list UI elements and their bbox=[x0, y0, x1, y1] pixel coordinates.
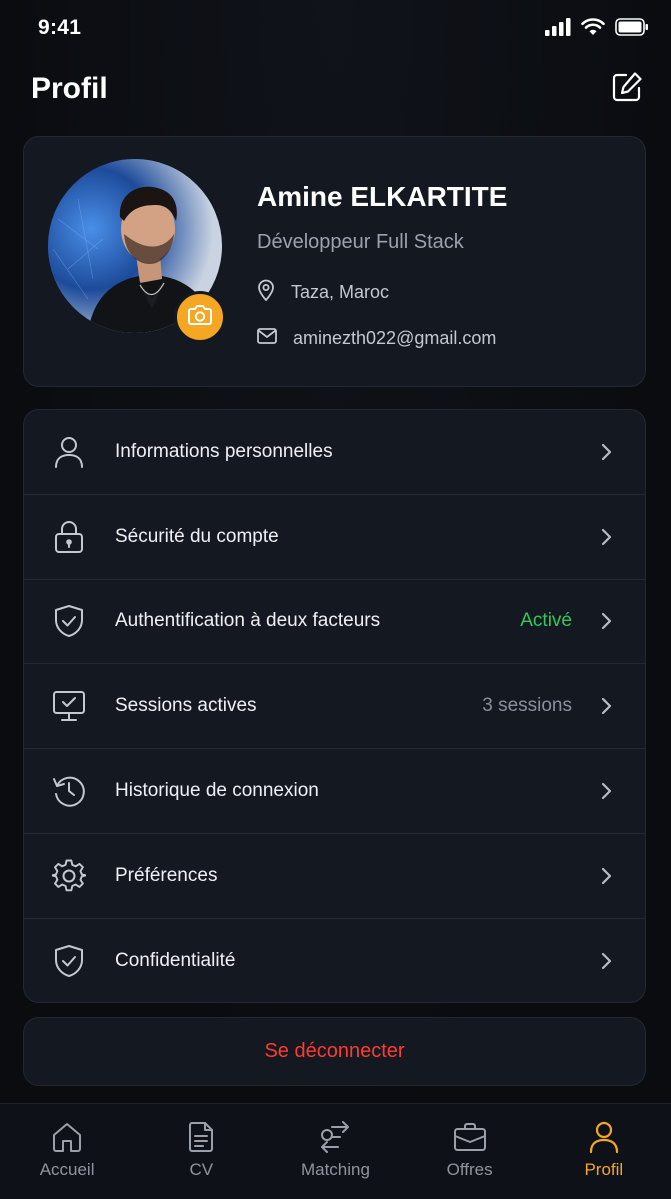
menu-item-label: Préférences bbox=[115, 864, 218, 886]
camera-icon bbox=[187, 304, 213, 331]
user-icon bbox=[587, 1120, 621, 1154]
menu-item-label: Confidentialité bbox=[115, 950, 236, 972]
profile-screen: 9:41 Profil Amine ELKARTITE Développeur … bbox=[0, 0, 671, 1199]
page-title: Profil bbox=[31, 72, 108, 105]
status-icons bbox=[545, 18, 649, 41]
mail-icon bbox=[257, 328, 277, 349]
location-text: Taza, Maroc bbox=[291, 282, 390, 302]
two-factor-status: Activé bbox=[520, 610, 572, 632]
history-icon bbox=[52, 774, 86, 808]
briefcase-icon bbox=[453, 1120, 487, 1154]
menu-item-personal-info[interactable]: Informations personnelles bbox=[24, 410, 645, 495]
tab-profil[interactable]: Profil bbox=[544, 1120, 664, 1180]
menu-item-label: Sécurité du compte bbox=[115, 525, 279, 547]
profile-card: Amine ELKARTITE Développeur Full Stack T… bbox=[23, 136, 646, 387]
tab-cv[interactable]: CV bbox=[141, 1120, 261, 1180]
profile-name: Amine ELKARTITE bbox=[257, 181, 508, 212]
menu-item-label: Informations personnelles bbox=[115, 440, 333, 462]
shield-check-icon bbox=[52, 944, 86, 978]
menu-item-two-factor-auth[interactable]: Authentification à deux facteurs Activé bbox=[24, 580, 645, 665]
menu-item-label: Authentification à deux facteurs bbox=[115, 610, 381, 632]
tab-offres[interactable]: Offres bbox=[410, 1120, 530, 1180]
status-time: 9:41 bbox=[38, 16, 82, 39]
sessions-count: 3 sessions bbox=[482, 695, 572, 717]
tab-label: Offres bbox=[446, 1160, 493, 1179]
logout-label: Se déconnecter bbox=[264, 1040, 405, 1062]
logout-button[interactable]: Se déconnecter bbox=[23, 1017, 646, 1086]
tab-label: CV bbox=[189, 1160, 214, 1179]
chevron-right-icon bbox=[597, 697, 615, 715]
signal-icon bbox=[545, 18, 571, 41]
matching-icon bbox=[318, 1120, 352, 1154]
menu-item-login-history[interactable]: Historique de connexion bbox=[24, 749, 645, 834]
menu-item-account-security[interactable]: Sécurité du compte bbox=[24, 495, 645, 580]
tab-matching[interactable]: Matching bbox=[275, 1120, 395, 1180]
shield-check-icon bbox=[52, 604, 86, 638]
change-photo-button[interactable] bbox=[174, 291, 226, 343]
document-icon bbox=[184, 1120, 218, 1154]
profile-email: aminezth022@gmail.com bbox=[257, 328, 496, 349]
menu-item-preferences[interactable]: Préférences bbox=[24, 834, 645, 919]
chevron-right-icon bbox=[597, 443, 615, 461]
status-bar: 9:41 bbox=[0, 0, 671, 58]
bottom-tab-bar: Accueil CV Matching Offres Profil bbox=[0, 1103, 671, 1199]
menu-item-label: Historique de connexion bbox=[115, 780, 319, 802]
chevron-right-icon bbox=[597, 952, 615, 970]
chevron-right-icon bbox=[597, 612, 615, 630]
tab-label: Accueil bbox=[39, 1160, 95, 1179]
profile-location: Taza, Maroc bbox=[257, 279, 389, 306]
avatar-container bbox=[48, 159, 226, 343]
email-text: aminezth022@gmail.com bbox=[293, 328, 497, 348]
tab-accueil[interactable]: Accueil bbox=[7, 1120, 127, 1180]
edit-profile-button[interactable] bbox=[608, 70, 646, 108]
menu-item-label: Sessions actives bbox=[115, 695, 257, 717]
lock-icon bbox=[52, 520, 86, 554]
tab-label: Profil bbox=[584, 1160, 624, 1179]
chevron-right-icon bbox=[597, 782, 615, 800]
tab-label: Matching bbox=[300, 1160, 370, 1179]
monitor-check-icon bbox=[52, 689, 86, 723]
chevron-right-icon bbox=[597, 528, 615, 546]
menu-item-privacy[interactable]: Confidentialité bbox=[24, 919, 645, 1002]
home-icon bbox=[50, 1120, 84, 1154]
location-pin-icon bbox=[257, 279, 275, 306]
menu-item-active-sessions[interactable]: Sessions actives 3 sessions bbox=[24, 664, 645, 750]
edit-icon bbox=[610, 70, 644, 109]
battery-icon bbox=[615, 18, 649, 41]
wifi-icon bbox=[581, 18, 605, 41]
chevron-right-icon bbox=[597, 867, 615, 885]
profile-role: Développeur Full Stack bbox=[257, 231, 464, 253]
settings-menu: Informations personnelles Sécurité du co… bbox=[23, 409, 646, 1003]
gear-icon bbox=[52, 859, 86, 893]
user-icon bbox=[52, 435, 86, 469]
